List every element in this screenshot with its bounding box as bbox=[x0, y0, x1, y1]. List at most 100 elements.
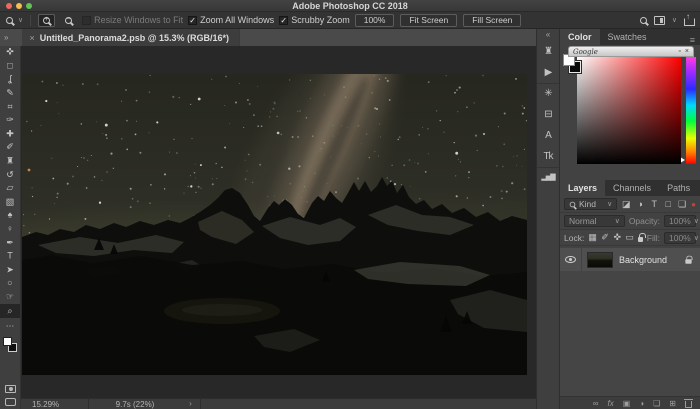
move-tool[interactable]: ✜ bbox=[0, 46, 20, 60]
opacity-dropdown[interactable]: 100% ∨ bbox=[664, 215, 696, 227]
fill-dropdown[interactable]: 100% ∨ bbox=[664, 232, 696, 244]
share-icon[interactable] bbox=[684, 15, 694, 26]
dodge-tool[interactable]: ♀ bbox=[0, 223, 20, 237]
filter-toggle-icon[interactable]: ● bbox=[691, 200, 696, 209]
document-canvas-image[interactable] bbox=[22, 74, 527, 375]
character-panel-button[interactable]: A bbox=[537, 125, 559, 146]
clone-source-panel-button[interactable]: ♜ bbox=[537, 41, 559, 62]
path-selection-tool[interactable]: ➤ bbox=[0, 264, 20, 278]
filter-adjustment-layers-icon[interactable]: ◑ bbox=[635, 199, 645, 209]
filter-type-layers-icon[interactable]: T bbox=[649, 199, 659, 209]
zoom-all-windows-checkbox[interactable]: ✓ Zoom All Windows bbox=[188, 15, 274, 25]
layer-thumbnail[interactable] bbox=[587, 252, 613, 268]
layer-name: Background bbox=[619, 255, 667, 265]
workspace-switcher-icon[interactable] bbox=[654, 16, 665, 25]
blend-mode-dropdown[interactable]: Normal ∨ bbox=[564, 215, 625, 227]
lock-position-icon[interactable]: ✜ bbox=[613, 232, 621, 243]
hue-slider[interactable] bbox=[686, 57, 696, 164]
chevron-down-icon: ∨ bbox=[694, 234, 699, 242]
macos-titlebar: Adobe Photoshop CC 2018 bbox=[0, 0, 700, 12]
filter-shape-layers-icon[interactable]: □ bbox=[663, 199, 673, 209]
tool-preset-chevron-icon[interactable]: ∨ bbox=[18, 16, 23, 24]
tab-channels[interactable]: Channels bbox=[605, 180, 659, 196]
brush-tool[interactable]: ✐ bbox=[0, 141, 20, 155]
eraser-tool[interactable]: ▱ bbox=[0, 182, 20, 196]
status-bar: 15.29% 9.7s (22%) › bbox=[21, 398, 536, 409]
tab-color[interactable]: Color bbox=[560, 29, 600, 45]
lock-row: Lock: ▦ ✐ ✜ ▭ Fill: 100% ∨ bbox=[560, 230, 700, 246]
lock-transparency-icon[interactable]: ▦ bbox=[588, 232, 597, 243]
new-adjustment-layer-icon[interactable]: ◑ bbox=[639, 399, 644, 408]
tab-swatches[interactable]: Swatches bbox=[600, 29, 655, 45]
rectangular-marquee-tool[interactable]: □ bbox=[0, 60, 20, 74]
eyedropper-tool[interactable]: ✑ bbox=[0, 114, 20, 128]
toolbar-collapse-chevron[interactable]: » bbox=[0, 33, 12, 42]
layer-row-background[interactable]: Background bbox=[560, 248, 700, 271]
lasso-tool[interactable]: ʆ bbox=[0, 73, 20, 87]
window-title: Adobe Photoshop CC 2018 bbox=[0, 1, 700, 11]
blur-tool[interactable]: ♠ bbox=[0, 209, 20, 223]
filter-kind-dropdown[interactable]: Kind ∨ bbox=[564, 198, 617, 210]
glyphs-panel-button[interactable]: Tk bbox=[537, 146, 559, 167]
layer-visibility-cell[interactable] bbox=[560, 248, 582, 271]
main-area: » × Untitled_Panorama2.psb @ 15.3% (RGB/… bbox=[0, 29, 700, 409]
spot-healing-brush-tool[interactable]: ✚ bbox=[0, 128, 20, 142]
fill-screen-button[interactable]: Fill Screen bbox=[463, 14, 521, 27]
adjustments-panel-button[interactable]: ✳ bbox=[537, 83, 559, 104]
google-minimize-icon[interactable]: ▫ bbox=[678, 48, 680, 55]
crop-tool[interactable]: ⌗ bbox=[0, 100, 20, 114]
filter-smart-object-icon[interactable]: ❏ bbox=[677, 199, 687, 210]
zoom-out-mode-button[interactable]: − bbox=[60, 14, 77, 27]
shape-tool[interactable]: ○ bbox=[0, 277, 20, 291]
history-brush-tool[interactable]: ↺ bbox=[0, 168, 20, 182]
foreground-background-swatches[interactable] bbox=[0, 335, 20, 359]
scrubby-zoom-checkbox[interactable]: ✓ Scrubby Zoom bbox=[279, 15, 350, 25]
quick-mask-mode-icon[interactable] bbox=[5, 385, 16, 393]
histogram-panel-button[interactable]: ▂▅▇ bbox=[537, 167, 559, 188]
canvas-pasteboard[interactable]: 15.29% 9.7s (22%) › bbox=[21, 46, 536, 409]
dock-collapse-chevron[interactable]: « bbox=[542, 29, 554, 41]
layers-empty-area[interactable] bbox=[560, 271, 700, 396]
link-layers-icon[interactable]: ∞ bbox=[593, 399, 599, 408]
layer-effects-icon[interactable]: fx bbox=[607, 399, 613, 408]
search-icon[interactable] bbox=[640, 17, 647, 24]
lock-artboard-icon[interactable]: ▭ bbox=[625, 232, 634, 243]
filter-kind-label: Kind bbox=[579, 199, 596, 209]
zoom-in-mode-button[interactable]: + bbox=[38, 14, 55, 27]
screen-mode-icon[interactable] bbox=[5, 398, 16, 406]
actions-panel-button[interactable]: ▶ bbox=[537, 62, 559, 83]
filter-pixel-layers-icon[interactable]: ◪ bbox=[621, 199, 631, 210]
tab-paths[interactable]: Paths bbox=[659, 180, 698, 196]
workspace-chevron-icon[interactable]: ∨ bbox=[672, 16, 677, 24]
resize-windows-checkbox[interactable]: Resize Windows to Fit bbox=[82, 15, 183, 25]
zoom-100-button[interactable]: 100% bbox=[355, 14, 395, 27]
pen-tool[interactable]: ✒ bbox=[0, 236, 20, 250]
tab-close-icon[interactable]: × bbox=[29, 33, 34, 43]
gradient-tool[interactable]: ▧ bbox=[0, 196, 20, 210]
saturation-brightness-field[interactable] bbox=[577, 57, 681, 164]
foreground-color-swatch[interactable] bbox=[3, 337, 12, 346]
new-layer-icon[interactable]: ⊞ bbox=[669, 399, 676, 408]
add-layer-mask-icon[interactable]: ▣ bbox=[623, 399, 631, 408]
hand-tool[interactable]: ☞ bbox=[0, 291, 20, 305]
type-tool[interactable]: T bbox=[0, 250, 20, 264]
document-tab[interactable]: × Untitled_Panorama2.psb @ 15.3% (RGB/16… bbox=[22, 29, 240, 46]
panel-menu-icon[interactable]: ≡ bbox=[685, 35, 700, 45]
tab-layers[interactable]: Layers bbox=[560, 180, 605, 196]
status-zoom-level[interactable]: 15.29% bbox=[21, 399, 89, 409]
google-floating-window[interactable]: Google ▫ × bbox=[568, 46, 694, 57]
lock-all-icon[interactable] bbox=[638, 237, 643, 242]
lock-paint-icon[interactable]: ✐ bbox=[601, 232, 609, 243]
document-area: » × Untitled_Panorama2.psb @ 15.3% (RGB/… bbox=[0, 29, 536, 409]
new-group-icon[interactable]: ❏ bbox=[653, 399, 660, 408]
google-close-icon[interactable]: × bbox=[685, 48, 689, 55]
zoom-tool[interactable]: ⌕ bbox=[0, 304, 20, 318]
delete-layer-icon[interactable] bbox=[685, 401, 692, 408]
status-expand-chevron[interactable]: › bbox=[181, 399, 201, 409]
fit-screen-button[interactable]: Fit Screen bbox=[400, 14, 457, 27]
edit-toolbar-button[interactable]: … bbox=[0, 318, 20, 332]
properties-panel-button[interactable]: ⊟ bbox=[537, 104, 559, 125]
layer-filter-row: Kind ∨ ◪ ◑ T □ ❏ ● bbox=[560, 196, 700, 213]
quick-selection-tool[interactable]: ✎ bbox=[0, 87, 20, 101]
clone-stamp-tool[interactable]: ♜ bbox=[0, 155, 20, 169]
